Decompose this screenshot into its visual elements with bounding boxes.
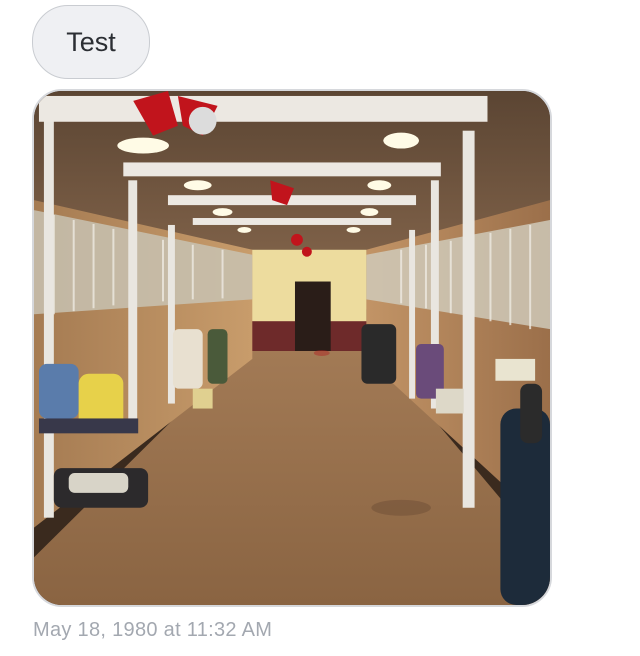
message-thread: Test May 18, 1980 at 11:32 AM	[0, 0, 640, 656]
photo-attachment[interactable]	[32, 89, 552, 607]
message-bubble[interactable]: Test	[32, 5, 150, 79]
message-text: Test	[66, 26, 116, 57]
message-timestamp: May 18, 1980 at 11:32 AM	[33, 619, 273, 641]
stable-aisle-image	[34, 91, 550, 605]
